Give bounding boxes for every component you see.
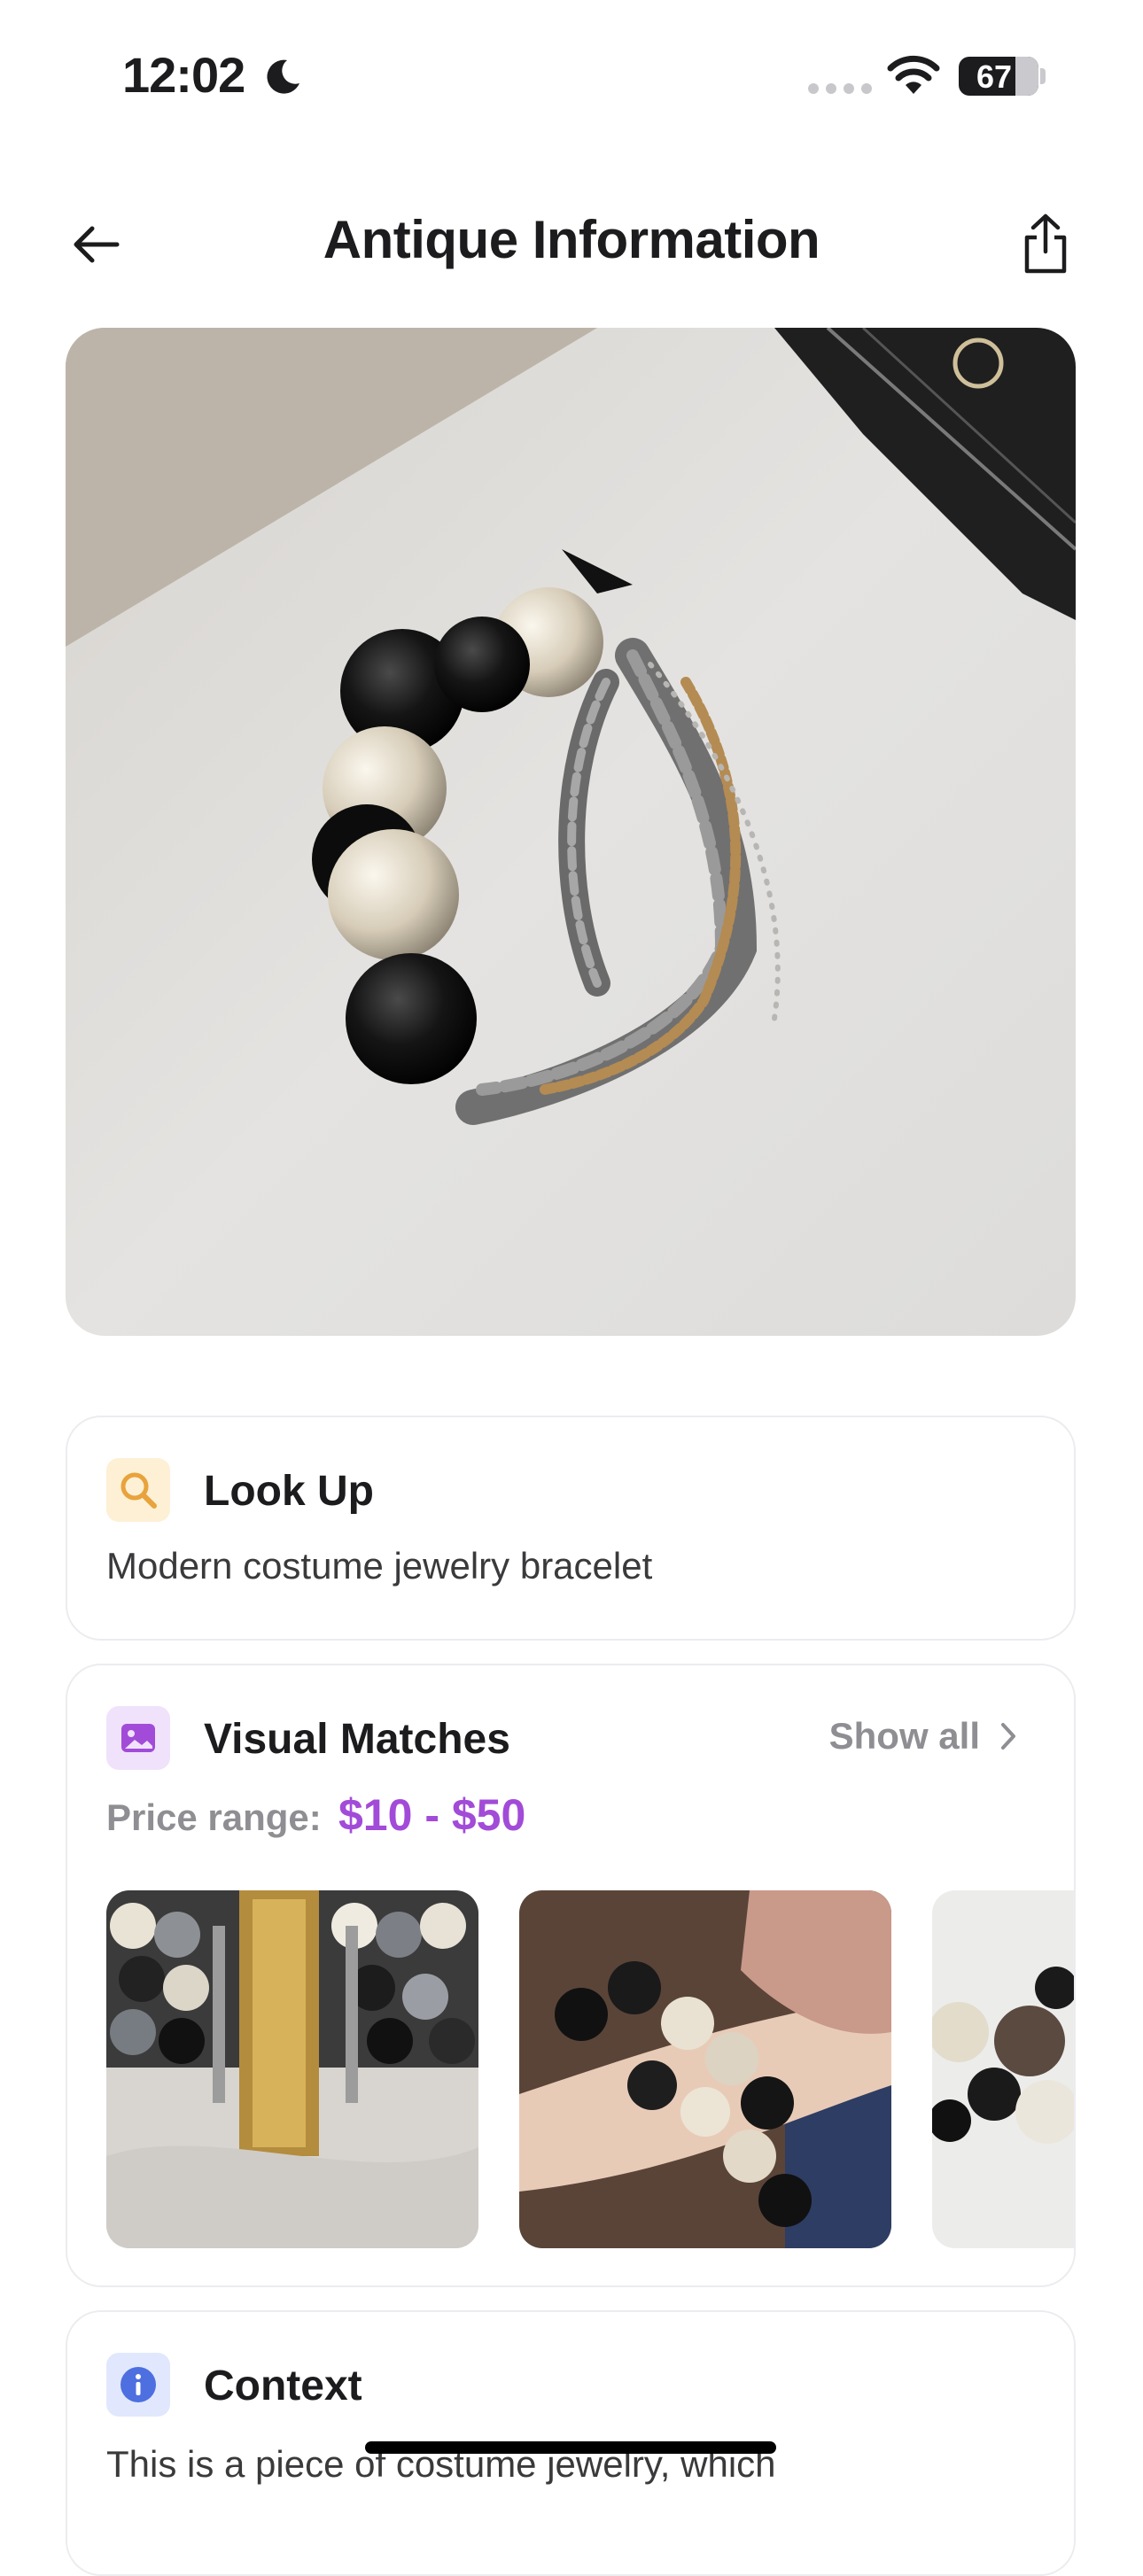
home-indicator[interactable] [365,2441,776,2454]
lookup-title: Look Up [204,1468,374,1515]
chevron-right-icon [1001,1723,1015,1750]
antique-photo[interactable] [66,328,1076,1336]
visual-matches-title: Visual Matches [204,1716,510,1763]
lookup-card[interactable]: Look Up Modern costume jewelry bracelet [66,1416,1076,1641]
price-range-value: $10 - $50 [338,1790,526,1840]
show-all-label: Show all [828,1715,980,1757]
wifi-icon [887,55,940,94]
show-all-button[interactable]: Show all [829,1715,1017,1757]
cellular-signal-icon [808,83,872,94]
visual-match-thumbnail[interactable] [106,1890,478,2248]
battery-tip [1040,68,1046,84]
page-title: Antique Information [323,210,820,269]
image-gallery-icon [106,1706,170,1770]
info-icon [106,2353,170,2417]
visual-match-thumbnail[interactable] [932,1890,1074,2248]
moon-icon [267,59,299,94]
status-time: 12:02 [122,47,245,103]
visual-matches-card: Visual Matches Show all Price range: $10… [66,1664,1076,2287]
share-icon [1024,213,1067,274]
share-button[interactable] [1010,206,1081,282]
battery-icon: 67 [959,57,1038,96]
battery-level: 67 [976,58,1013,95]
visual-match-thumbnail[interactable] [519,1890,891,2248]
price-range-label: Price range: [106,1796,322,1838]
lookup-text: Modern costume jewelry bracelet [106,1545,653,1587]
context-title: Context [204,2363,362,2409]
search-icon [106,1458,170,1522]
